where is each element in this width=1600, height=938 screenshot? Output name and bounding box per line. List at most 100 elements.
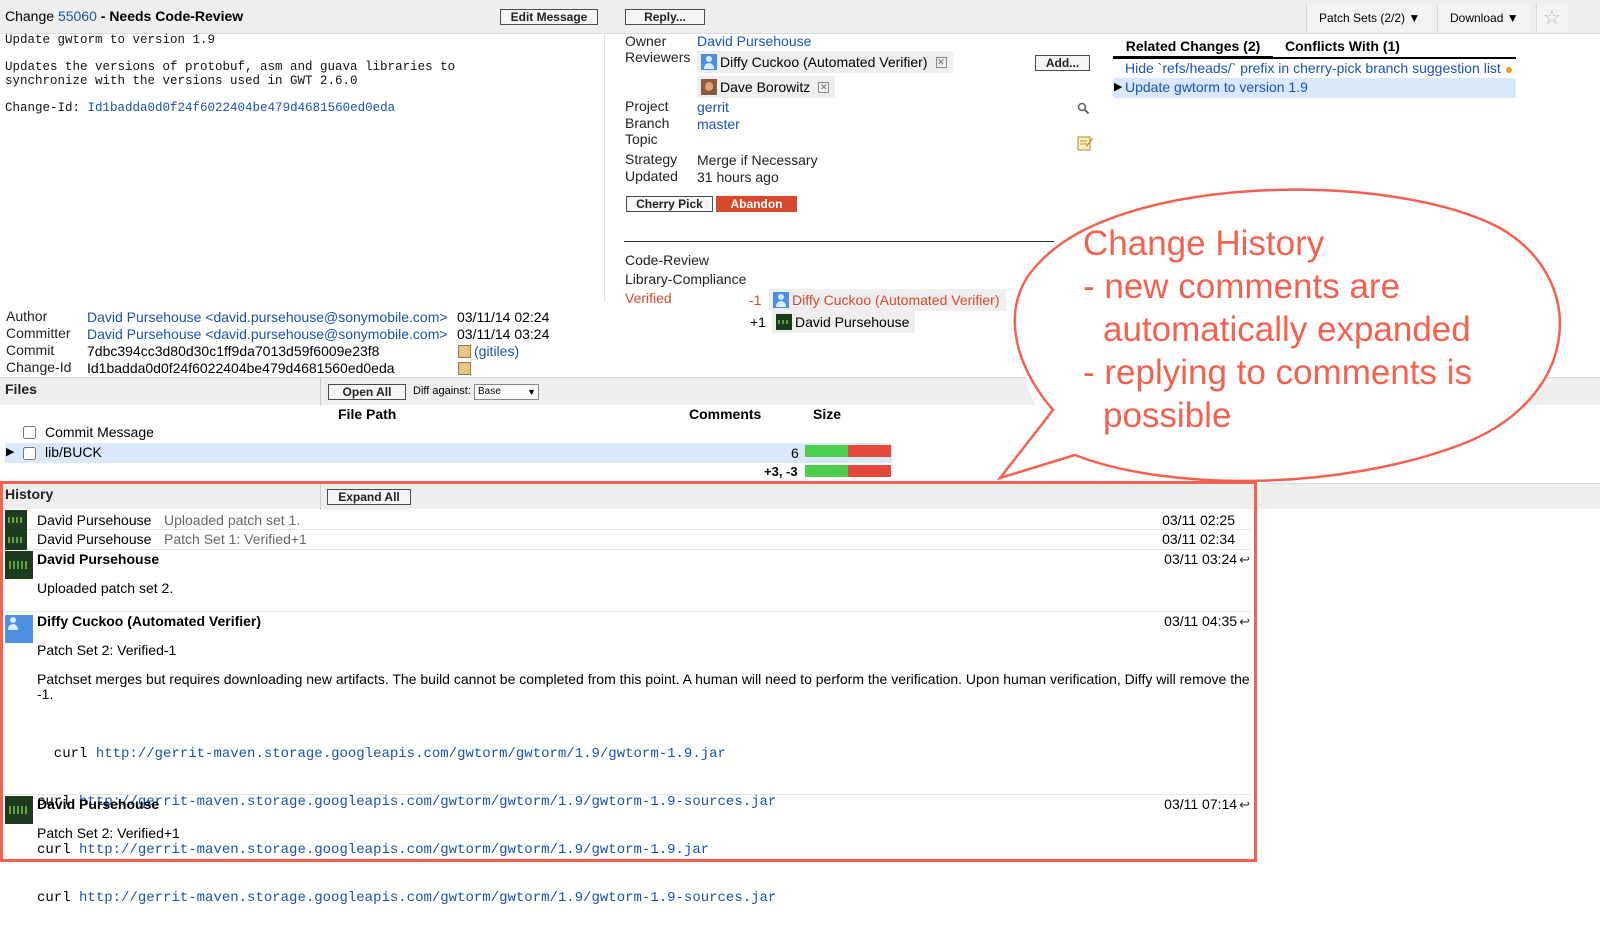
commit-change-id: Change-Id: Id1badda0d0f24f6022404be479d4… xyxy=(5,101,455,115)
committer-link[interactable]: David Pursehouse <david.pursehouse@sonym… xyxy=(87,326,448,342)
curl-cmd: curl xyxy=(37,890,71,906)
gitiles-icon[interactable] xyxy=(458,345,471,358)
person-avatar-icon xyxy=(5,615,33,643)
patch-sets-menu[interactable]: Patch Sets (2/2) ▼ xyxy=(1306,4,1433,32)
file-comments: 6 xyxy=(791,445,799,461)
open-all-button[interactable]: Open All xyxy=(328,384,406,400)
person-avatar-icon xyxy=(701,54,717,70)
file-path[interactable]: Commit Message xyxy=(45,424,154,440)
change-number-link[interactable]: 55060 xyxy=(58,8,97,24)
updated-label: Updated xyxy=(625,168,678,184)
change-id-link[interactable]: Id1badda0d0f24f6022404be479d4681560ed0ed… xyxy=(88,101,396,115)
verified-label: Verified xyxy=(625,290,672,306)
owner-label: Owner xyxy=(625,33,667,49)
voter-name: David Pursehouse xyxy=(795,314,910,330)
diff-against-select[interactable]: Base ▼ xyxy=(474,384,539,400)
callout-line: - new comments are xyxy=(1083,267,1401,306)
files-title: Files xyxy=(5,381,37,397)
vote-score: -1 xyxy=(749,292,762,308)
branch-link[interactable]: master xyxy=(697,116,740,132)
history-date: 03/11 04:35 xyxy=(1164,613,1238,629)
edit-message-button[interactable]: Edit Message xyxy=(500,9,598,25)
add-reviewer-button[interactable]: Add... xyxy=(1035,55,1090,71)
callout-line: possible xyxy=(1103,396,1232,435)
history-date-reply: 03/11 04:35 ↩ xyxy=(1164,613,1250,630)
project-link[interactable]: gerrit xyxy=(697,99,729,115)
green-avatar-icon xyxy=(776,314,792,330)
vote-chip: Diffy Cuckoo (Automated Verifier) xyxy=(769,289,1006,311)
history-item-expanded: Diffy Cuckoo (Automated Verifier) 03/11 … xyxy=(5,612,1250,906)
history-item-collapsed[interactable]: David Pursehouse Patch Set 1: Verified+1… xyxy=(5,530,1250,550)
library-compliance-label: Library-Compliance xyxy=(625,271,747,287)
tab-conflicts[interactable]: Conflicts With (1) xyxy=(1285,37,1400,55)
curl-line: curl http://gerrit-maven.storage.googlea… xyxy=(37,746,776,762)
search-icon[interactable] xyxy=(1077,102,1090,118)
commit-subject: Update gwtorm to version 1.9 xyxy=(5,33,216,47)
star-icon[interactable]: ☆ xyxy=(1536,4,1568,32)
related-item-current[interactable]: ▶ Update gwtorm to version 1.9 xyxy=(1113,78,1516,98)
diff-against-value: Base xyxy=(478,386,501,397)
topic-label: Topic xyxy=(625,131,658,147)
author-link[interactable]: David Pursehouse <david.pursehouse@sonym… xyxy=(87,309,448,325)
related-item-label[interactable]: Update gwtorm to version 1.9 xyxy=(1125,79,1308,95)
artifact-link[interactable]: http://gerrit-maven.storage.googleapis.c… xyxy=(96,746,726,762)
vote-score: +1 xyxy=(750,314,766,330)
voter-name: Diffy Cuckoo (Automated Verifier) xyxy=(792,292,1000,308)
abandon-button[interactable]: Abandon xyxy=(716,196,797,212)
vote-chip: David Pursehouse xyxy=(772,311,916,333)
history-date: 03/11 02:34 xyxy=(1162,531,1235,547)
file-row[interactable]: ▶ lib/BUCK 6 xyxy=(5,443,892,463)
history-item-expanded: David Pursehouse 03/11 07:14 ↩ Patch Set … xyxy=(5,795,1250,855)
reply-icon[interactable]: ↩ xyxy=(1239,797,1250,812)
history-author: David Pursehouse xyxy=(37,796,160,812)
artifact-link[interactable]: http://gerrit-maven.storage.googleapis.c… xyxy=(79,890,776,906)
edit-note-icon[interactable] xyxy=(1077,135,1093,154)
size-bar xyxy=(805,445,891,457)
cherry-pick-button[interactable]: Cherry Pick xyxy=(626,196,713,212)
history-message: Patch Set 2: Verified+1 xyxy=(37,825,180,841)
change-title: Change 55060 - Needs Code-Review xyxy=(5,8,243,24)
divider xyxy=(624,241,1054,242)
curl-cmd: curl xyxy=(37,746,88,762)
updated-value: 31 hours ago xyxy=(697,169,779,185)
reply-icon[interactable]: ↩ xyxy=(1239,552,1250,567)
callout-line: - replying to comments is xyxy=(1083,353,1473,392)
reviewer-chip: Dave Borowitz ✕ xyxy=(697,76,836,98)
history-paragraph: Patchset merges but requires downloading… xyxy=(37,671,1250,687)
remove-reviewer-x-icon[interactable]: ✕ xyxy=(935,56,947,68)
diff-against-label: Diff against: xyxy=(413,385,471,397)
change-header: Change 55060 - Needs Code-Review Edit Me… xyxy=(0,0,1600,34)
history-paragraph-end: -1. xyxy=(37,686,54,702)
copy-icon[interactable] xyxy=(458,362,471,375)
reply-button[interactable]: Reply... xyxy=(625,9,705,25)
download-menu[interactable]: Download ▼ xyxy=(1437,4,1531,32)
history-summary: Patch Set 1: Verified+1 xyxy=(164,531,307,547)
history-author: David Pursehouse xyxy=(37,512,152,528)
related-item[interactable]: Hide `refs/heads/` prefix in cherry-pick… xyxy=(1125,60,1501,76)
chevron-down-icon: ▼ xyxy=(527,387,536,397)
file-checkbox[interactable] xyxy=(23,447,36,460)
tab-related-changes[interactable]: Related Changes (2) xyxy=(1113,37,1273,59)
col-size: Size xyxy=(813,406,842,422)
committer-date: 03/11/14 03:24 xyxy=(457,326,550,342)
commit-body-line: Updates the versions of protobuf, asm an… xyxy=(5,60,456,74)
gitiles-link[interactable]: (gitiles) xyxy=(474,343,519,359)
history-author: David Pursehouse xyxy=(37,551,160,567)
size-deleted-bar xyxy=(848,445,891,457)
owner-link[interactable]: David Pursehouse xyxy=(697,33,811,49)
committer-label: Committer xyxy=(6,325,71,341)
history-author: David Pursehouse xyxy=(37,531,152,547)
expand-all-button[interactable]: Expand All xyxy=(327,489,411,505)
reply-icon[interactable]: ↩ xyxy=(1239,614,1250,629)
file-checkbox[interactable] xyxy=(23,426,36,439)
file-path[interactable]: lib/BUCK xyxy=(45,444,102,460)
green-avatar-icon xyxy=(5,796,33,824)
history-author: Diffy Cuckoo (Automated Verifier) xyxy=(37,613,262,629)
history-item-collapsed[interactable]: David Pursehouse Uploaded patch set 1. 0… xyxy=(5,510,1250,530)
divider xyxy=(604,34,605,302)
triangle-right-icon[interactable]: ▶ xyxy=(6,445,14,458)
remove-reviewer-x-icon[interactable]: ✕ xyxy=(818,81,830,93)
file-row[interactable]: Commit Message xyxy=(5,423,892,443)
size-added-bar xyxy=(805,465,848,477)
dot-indicator-icon xyxy=(1506,67,1512,73)
